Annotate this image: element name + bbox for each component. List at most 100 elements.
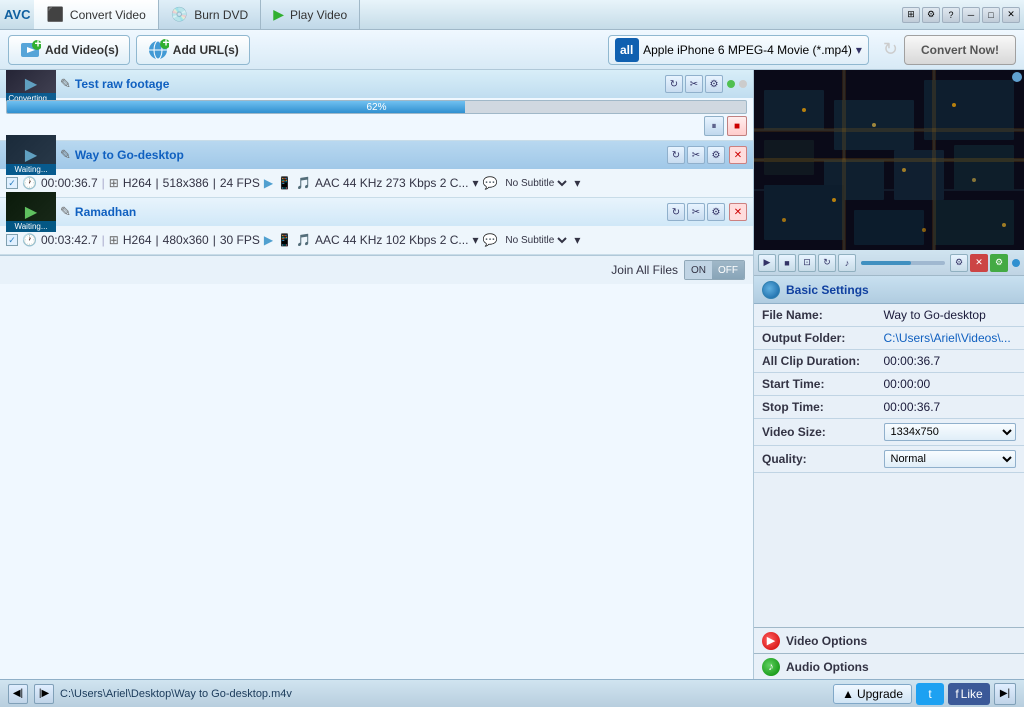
- format-icon: all: [615, 38, 639, 62]
- gear-icon[interactable]: ⚙: [922, 7, 940, 23]
- join-toggle[interactable]: ON OFF: [684, 260, 745, 280]
- maximize-button[interactable]: □: [982, 7, 1000, 23]
- nav-forward-button[interactable]: |▶: [34, 684, 54, 704]
- window-controls: ⊞ ⚙ ? ─ □ ✕: [902, 7, 1020, 23]
- player-green-icon[interactable]: ⚙: [990, 254, 1008, 272]
- stop-time-value: 00:00:36.7: [876, 396, 1024, 419]
- codec-3: H264: [123, 233, 152, 247]
- toolbar: + Add Video(s) + Add URL(s) all Apple iP…: [0, 30, 1024, 70]
- twitter-button[interactable]: t: [916, 683, 944, 705]
- refresh-button-3[interactable]: ↻: [667, 203, 685, 221]
- file-title-3[interactable]: Ramadhan: [75, 205, 663, 219]
- stop-button-1[interactable]: ■: [727, 116, 747, 136]
- cut-button-1[interactable]: ✂: [685, 75, 703, 93]
- tab-play-video[interactable]: ▶ Play Video: [261, 0, 360, 29]
- sep4: |: [102, 233, 105, 247]
- subtitle-dropdown-3[interactable]: ▾: [574, 233, 580, 247]
- player-slider[interactable]: [861, 261, 945, 265]
- video-size-select[interactable]: 1334x750 1920x1080 1280x720: [884, 423, 1017, 441]
- file-actions-1: ↻ ✂ ⚙: [665, 75, 723, 93]
- checkbox-3[interactable]: ✓: [6, 234, 18, 246]
- file-thumb-1: ▶ Converting...: [6, 70, 56, 104]
- convert-now-button[interactable]: Convert Now!: [904, 35, 1016, 65]
- subtitle-select-3[interactable]: No Subtitle: [501, 234, 570, 247]
- format-selector[interactable]: all Apple iPhone 6 MPEG-4 Movie (*.mp4) …: [608, 35, 869, 65]
- upgrade-button[interactable]: ▲ Upgrade: [833, 684, 912, 704]
- audio-codec-dropdown-3[interactable]: ▾: [472, 233, 478, 247]
- settings-row-start: Start Time: 00:00:00: [754, 373, 1024, 396]
- right-panel: ▶ ■ ⊡ ↻ ♪ ⚙ ✕ ⚙ Basic Settings Fil: [754, 70, 1024, 679]
- settings-icon[interactable]: ⊞: [902, 7, 920, 23]
- player-play-button[interactable]: ▶: [758, 254, 776, 272]
- duration-label: All Clip Duration:: [754, 350, 876, 373]
- bottom-options: ▶ Video Options ♪ Audio Options: [754, 627, 1024, 679]
- minimize-button[interactable]: ─: [962, 7, 980, 23]
- convert-now-label: Convert Now!: [921, 43, 999, 57]
- convert-video-icon: ⬛: [46, 6, 63, 23]
- title-bar: AVC ⬛ Convert Video 💿 Burn DVD ▶ Play Vi…: [0, 0, 1024, 30]
- play-video-icon: ▶: [273, 6, 284, 23]
- file-title-2[interactable]: Way to Go-desktop: [75, 148, 663, 162]
- fps-2: 24 FPS: [220, 176, 260, 190]
- nav-back-button[interactable]: ◀|: [8, 684, 28, 704]
- file-title-1[interactable]: Test raw footage: [75, 77, 661, 91]
- refresh-button-1[interactable]: ↻: [665, 75, 683, 93]
- cut-button-3[interactable]: ✂: [687, 203, 705, 221]
- list-item: ▶ Waiting... ✎ Way to Go-desktop ↻ ✂ ⚙ ✕…: [0, 141, 753, 198]
- help-icon[interactable]: ?: [942, 7, 960, 23]
- progress-text-1: 62%: [7, 101, 746, 114]
- cut-button-2[interactable]: ✂: [687, 146, 705, 164]
- app-logo: AVC: [4, 7, 30, 22]
- add-url-button[interactable]: + Add URL(s): [136, 35, 250, 65]
- audio-codec-dropdown-2[interactable]: ▾: [472, 176, 478, 190]
- file-details-2: ✓ 🕐 00:00:36.7 | ⊞ H264 | 518x386 | 24 F…: [0, 169, 753, 197]
- globe-icon: [762, 281, 780, 299]
- subtitle-dropdown-2[interactable]: ▾: [574, 176, 580, 190]
- subtitle-select-2[interactable]: No Subtitle: [501, 177, 570, 190]
- quality-select[interactable]: Normal High Low: [884, 450, 1017, 468]
- remove-button-2[interactable]: ✕: [729, 146, 747, 164]
- burn-dvd-icon: 💿: [171, 6, 188, 23]
- fb-icon: f: [955, 687, 958, 701]
- close-button[interactable]: ✕: [1002, 7, 1020, 23]
- subtitle-icon-3: 💬: [482, 233, 497, 247]
- player-crop-button[interactable]: ⊡: [798, 254, 816, 272]
- join-all-files-label: Join All Files: [611, 263, 678, 277]
- pause-button-1[interactable]: ⏸: [704, 116, 724, 136]
- audio-options-row[interactable]: ♪ Audio Options: [754, 653, 1024, 679]
- checkbox-2[interactable]: ✓: [6, 177, 18, 189]
- settings-row-size: Video Size: 1334x750 1920x1080 1280x720: [754, 419, 1024, 446]
- player-stop-button[interactable]: ■: [778, 254, 796, 272]
- settings-button-3[interactable]: ⚙: [707, 203, 725, 221]
- player-settings-button[interactable]: ⚙: [950, 254, 968, 272]
- nav-end-button[interactable]: ▶|: [994, 683, 1016, 705]
- start-time-label: Start Time:: [754, 373, 876, 396]
- edit-icon-1[interactable]: ✎: [60, 76, 71, 92]
- player-volume-button[interactable]: ♪: [838, 254, 856, 272]
- quality-cell: Normal High Low: [876, 446, 1024, 473]
- tab-convert-label: Convert Video: [70, 8, 146, 22]
- refresh-button-2[interactable]: ↻: [667, 146, 685, 164]
- tab-convert-video[interactable]: ⬛ Convert Video: [34, 0, 158, 29]
- edit-icon-3[interactable]: ✎: [60, 204, 71, 220]
- player-controls: ▶ ■ ⊡ ↻ ♪ ⚙ ✕ ⚙: [754, 250, 1024, 276]
- twitter-label: t: [928, 687, 931, 701]
- settings-button-1[interactable]: ⚙: [705, 75, 723, 93]
- player-loop-button[interactable]: ↻: [818, 254, 836, 272]
- toggle-off-label[interactable]: OFF: [712, 261, 744, 279]
- facebook-button[interactable]: f Like: [948, 683, 990, 705]
- remove-button-3[interactable]: ✕: [729, 203, 747, 221]
- file-actions-3: ↻ ✂ ⚙: [667, 203, 725, 221]
- settings-button-2[interactable]: ⚙: [707, 146, 725, 164]
- edit-icon-2[interactable]: ✎: [60, 147, 71, 163]
- toggle-on-label[interactable]: ON: [685, 261, 712, 279]
- add-videos-button[interactable]: + Add Video(s): [8, 35, 130, 65]
- tab-burn-dvd[interactable]: 💿 Burn DVD: [159, 0, 261, 29]
- player-red-icon[interactable]: ✕: [970, 254, 988, 272]
- refresh-icon: ↻: [883, 39, 898, 60]
- video-options-row[interactable]: ▶ Video Options: [754, 627, 1024, 653]
- file-header-3: ▶ Waiting... ✎ Ramadhan ↻ ✂ ⚙ ✕: [0, 198, 753, 226]
- audio-icon-2: 🎵: [296, 176, 311, 190]
- video-icon-2: ⊞: [109, 176, 119, 190]
- thumb-label-2: Waiting...: [6, 164, 56, 175]
